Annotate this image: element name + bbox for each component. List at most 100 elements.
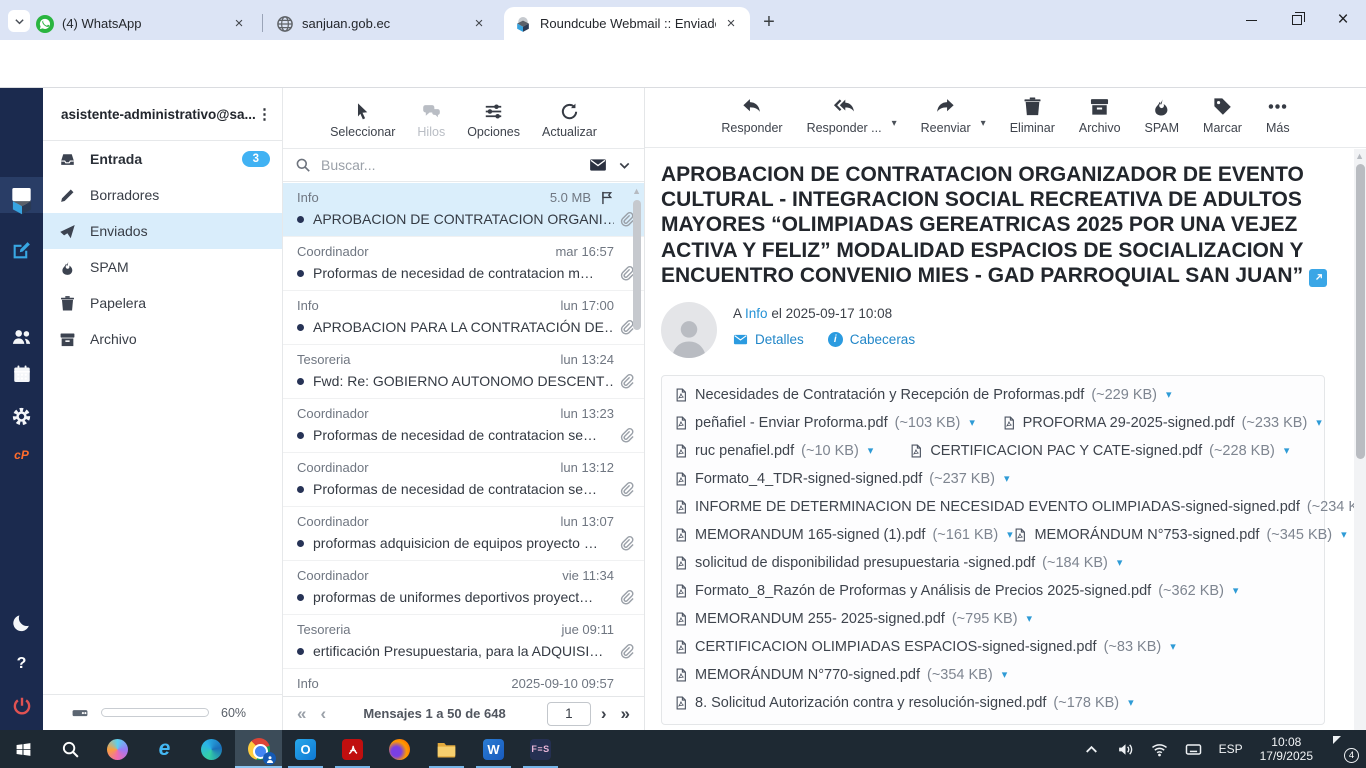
reply-all-button[interactable]: Responder ... bbox=[807, 96, 882, 135]
window-minimize-button[interactable] bbox=[1228, 0, 1274, 40]
attachment-name[interactable]: Formato_8_Razón de Proformas y Análisis … bbox=[695, 583, 1151, 599]
attachment-name[interactable]: PROFORMA 29-2025-signed.pdf bbox=[1023, 415, 1235, 431]
compose-button[interactable] bbox=[0, 240, 43, 261]
message-row[interactable]: Infolun 17:00 APROBACION PARA LA CONTRAT… bbox=[283, 291, 644, 345]
firefox-button[interactable] bbox=[376, 730, 423, 768]
attachment-name[interactable]: MEMORÁNDUM N°753-signed.pdf bbox=[1034, 527, 1259, 543]
attachment-name[interactable]: MEMORANDUM 255- 2025-signed.pdf bbox=[695, 611, 945, 627]
message-row[interactable]: Tesoreriajue 09:11 ertificación Presupue… bbox=[283, 615, 644, 669]
file-explorer-button[interactable] bbox=[423, 730, 470, 768]
attachment[interactable]: Necesidades de Contratación y Recepción … bbox=[674, 387, 1172, 403]
attachment-menu-caret-icon[interactable]: ▾ bbox=[1117, 556, 1123, 569]
attachment-name[interactable]: MEMORANDUM 165-signed (1).pdf bbox=[695, 527, 925, 543]
message-row[interactable]: Coordinadorlun 13:07 proformas adquisici… bbox=[283, 507, 644, 561]
account-menu-icon[interactable]: ⋮ bbox=[257, 105, 272, 123]
attachment-name[interactable]: CERTIFICACION PAC Y CATE-signed.pdf bbox=[930, 443, 1202, 459]
search-options-chevron-icon[interactable] bbox=[617, 158, 632, 173]
forward-button[interactable]: Reenviar bbox=[921, 96, 971, 135]
notification-center-button[interactable]: 4 bbox=[1330, 740, 1352, 759]
window-restore-button[interactable] bbox=[1274, 0, 1320, 40]
word-button[interactable]: W bbox=[470, 730, 517, 768]
attachment-menu-caret-icon[interactable]: ▾ bbox=[1027, 612, 1033, 625]
attachment-name[interactable]: CERTIFICACION OLIMPIADAS ESPACIOS-signed… bbox=[695, 639, 1097, 655]
view-scroll-up-icon[interactable]: ▲ bbox=[1355, 151, 1364, 161]
list-scrollbar-thumb[interactable] bbox=[633, 200, 641, 330]
attachment[interactable]: Formato_4_TDR-signed-signed.pdf(~237 KB)… bbox=[674, 471, 1010, 487]
attachment-name[interactable]: INFORME DE DETERMINACION DE NECESIDAD EV… bbox=[695, 499, 1300, 515]
fes-app-button[interactable]: F≡S bbox=[517, 730, 564, 768]
open-in-new-window-icon[interactable] bbox=[1309, 269, 1327, 287]
attachment[interactable]: MEMORÁNDUM N°770-signed.pdf(~354 KB)▾ bbox=[674, 667, 1007, 683]
rail-mail-icon[interactable] bbox=[0, 184, 43, 205]
touch-keyboard-icon[interactable] bbox=[1185, 741, 1202, 758]
tab-close-icon[interactable]: × bbox=[470, 15, 488, 33]
attachment-menu-caret-icon[interactable]: ▾ bbox=[868, 444, 874, 457]
folder-item-entrada[interactable]: Entrada 3 bbox=[43, 141, 282, 177]
attachment-menu-caret-icon[interactable]: ▾ bbox=[969, 416, 975, 429]
recipient-link[interactable]: Info bbox=[745, 306, 768, 321]
folder-item-papelera[interactable]: Papelera bbox=[43, 285, 282, 321]
attachment-menu-caret-icon[interactable]: ▾ bbox=[1341, 528, 1347, 541]
start-button[interactable] bbox=[0, 730, 47, 768]
search-scope-mail-icon[interactable] bbox=[589, 156, 607, 174]
page-number-input[interactable] bbox=[547, 702, 591, 726]
attachment-name[interactable]: ruc penafiel.pdf bbox=[695, 443, 794, 459]
attachment-menu-caret-icon[interactable]: ▾ bbox=[1284, 444, 1290, 457]
folder-item-spam[interactable]: SPAM bbox=[43, 249, 282, 285]
attachment-name[interactable]: solicitud de disponibilidad presupuestar… bbox=[695, 555, 1035, 571]
refresh-button[interactable]: Actualizar bbox=[542, 102, 597, 139]
internet-explorer-button[interactable]: e bbox=[141, 730, 188, 768]
headers-link[interactable]: Cabeceras bbox=[850, 332, 915, 347]
delete-button[interactable]: Eliminar bbox=[1010, 96, 1055, 135]
taskbar-clock[interactable]: 10:08 17/9/2025 bbox=[1260, 735, 1313, 763]
attachment-menu-caret-icon[interactable]: ▾ bbox=[1316, 416, 1322, 429]
tab-whatsapp[interactable]: (4) WhatsApp × bbox=[26, 7, 258, 40]
attachment[interactable]: MEMORANDUM 165-signed (1).pdf(~161 KB)▾ bbox=[674, 527, 977, 543]
tab-sanjuan[interactable]: sanjuan.gob.ec × bbox=[266, 7, 498, 40]
folder-item-enviados[interactable]: Enviados bbox=[43, 213, 282, 249]
folder-item-archivo[interactable]: Archivo bbox=[43, 321, 282, 357]
language-indicator[interactable]: ESP bbox=[1219, 742, 1243, 756]
forward-caret-icon[interactable]: ▾ bbox=[981, 118, 986, 129]
spam-button[interactable]: SPAM bbox=[1145, 96, 1180, 135]
attachment[interactable]: MEMORÁNDUM N°753-signed.pdf(~345 KB)▾ bbox=[1013, 527, 1312, 543]
outlook-button[interactable]: O bbox=[282, 730, 329, 768]
message-row[interactable]: Info5.0 MB APROBACION DE CONTRATACION OR… bbox=[283, 183, 644, 237]
details-link[interactable]: Detalles bbox=[755, 332, 804, 347]
attachment-name[interactable]: 8. Solicitud Autorización contra y resol… bbox=[695, 695, 1046, 711]
view-scrollbar-thumb[interactable] bbox=[1356, 164, 1365, 459]
acrobat-button[interactable] bbox=[329, 730, 376, 768]
attachment[interactable]: MEMORANDUM 255- 2025-signed.pdf(~795 KB)… bbox=[674, 611, 1032, 627]
volume-icon[interactable] bbox=[1117, 741, 1134, 758]
attachment-menu-caret-icon[interactable]: ▾ bbox=[1166, 388, 1172, 401]
attachment[interactable]: CERTIFICACION PAC Y CATE-signed.pdf(~228… bbox=[909, 443, 1289, 459]
chrome-button[interactable] bbox=[235, 730, 282, 768]
new-tab-button[interactable]: + bbox=[756, 9, 782, 35]
page-next-button[interactable]: › bbox=[601, 704, 607, 724]
message-row[interactable]: Coordinadorlun 13:12 Proformas de necesi… bbox=[283, 453, 644, 507]
archive-button[interactable]: Archivo bbox=[1079, 96, 1121, 135]
options-button[interactable]: Opciones bbox=[467, 102, 520, 139]
message-row[interactable]: Coordinadorvie 11:34 proformas de unifor… bbox=[283, 561, 644, 615]
page-first-button[interactable]: « bbox=[297, 704, 306, 724]
more-button[interactable]: Más bbox=[1266, 96, 1290, 135]
attachment-name[interactable]: peñafiel - Enviar Proforma.pdf bbox=[695, 415, 888, 431]
message-row[interactable]: Coordinadorlun 13:23 Proformas de necesi… bbox=[283, 399, 644, 453]
cpanel-logo-icon[interactable]: cP bbox=[0, 448, 43, 462]
message-row[interactable]: Tesorerialun 13:24 Fwd: Re: GOBIERNO AUT… bbox=[283, 345, 644, 399]
attachment[interactable]: Formato_8_Razón de Proformas y Análisis … bbox=[674, 583, 1238, 599]
rail-settings-gear-icon[interactable] bbox=[0, 406, 43, 427]
rail-calendar-icon[interactable] bbox=[0, 364, 43, 384]
rail-contacts-icon[interactable] bbox=[0, 326, 43, 348]
attachment-menu-caret-icon[interactable]: ▾ bbox=[1170, 640, 1176, 653]
attachment-menu-caret-icon[interactable]: ▾ bbox=[1128, 696, 1134, 709]
attachment-menu-caret-icon[interactable]: ▾ bbox=[1002, 668, 1008, 681]
attachment-menu-caret-icon[interactable]: ▾ bbox=[1004, 472, 1010, 485]
mark-button[interactable]: Marcar bbox=[1203, 96, 1242, 135]
help-icon[interactable]: ? bbox=[0, 655, 43, 673]
page-last-button[interactable]: » bbox=[621, 704, 630, 724]
attachment-menu-caret-icon[interactable]: ▾ bbox=[1233, 584, 1239, 597]
tab-roundcube[interactable]: Roundcube Webmail :: Enviados × bbox=[504, 7, 750, 40]
tab-close-icon[interactable]: × bbox=[230, 15, 248, 33]
wifi-icon[interactable] bbox=[1151, 741, 1168, 758]
